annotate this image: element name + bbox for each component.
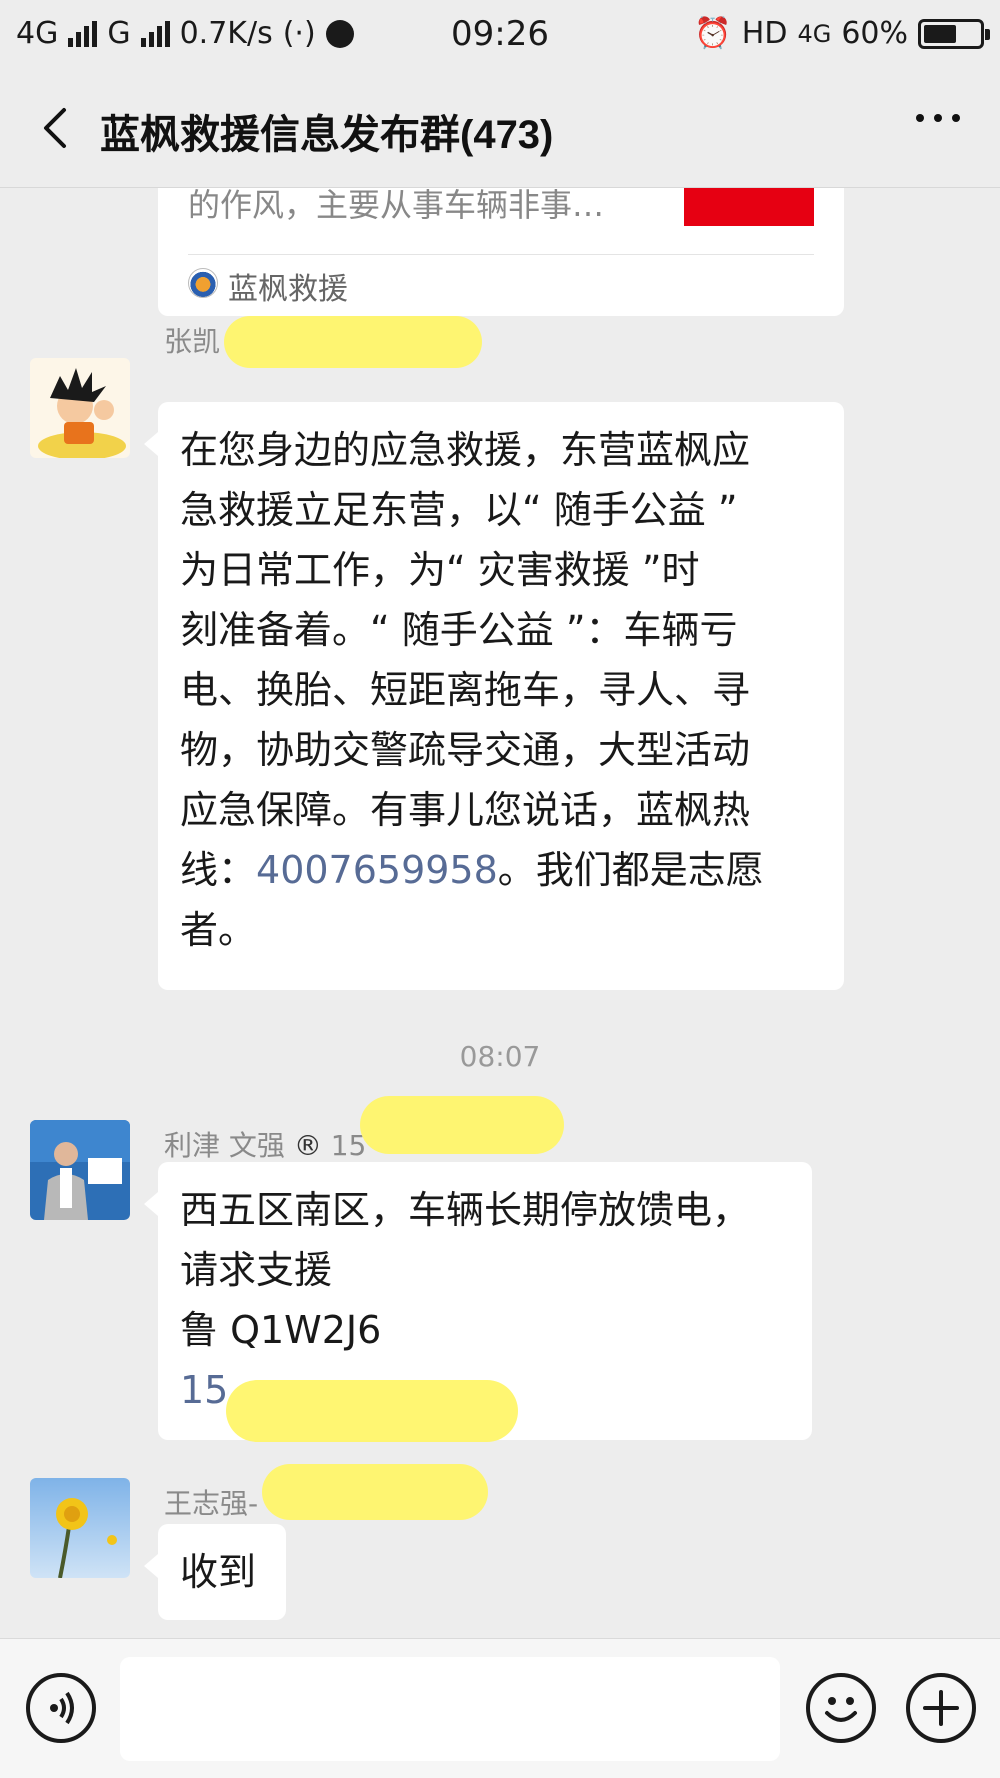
person-photo-avatar-icon: [30, 1120, 130, 1220]
message-line: 物，协助交警疏导交通，大型活动: [180, 728, 751, 772]
avatar[interactable]: [30, 1478, 130, 1578]
flower-avatar-icon: [30, 1478, 130, 1578]
source-logo-icon: [188, 268, 218, 298]
sender-name: 张凯: [164, 325, 221, 358]
sender-name-text: 利津 文强: [164, 1129, 285, 1162]
chevron-left-icon[interactable]: [30, 100, 86, 156]
message-line: 收到: [180, 1550, 257, 1594]
voice-icon[interactable]: [26, 1673, 96, 1743]
redaction-mark: [226, 1380, 518, 1442]
share-card-description: 的作风，主要从事车辆非事…: [188, 188, 605, 224]
message-line: 为日常工作，为“ 灾害救援 ”时: [180, 548, 700, 592]
message-bubble[interactable]: 在您身边的应急救援，东营蓝枫应 急救援立足东营，以“ 随手公益 ” 为日常工作，…: [144, 402, 844, 990]
message-line: 应急保障。有事儿您说话，蓝枫热: [180, 788, 751, 832]
share-card-thumbnail: [684, 188, 814, 226]
avatar[interactable]: [30, 358, 130, 458]
message-bubble[interactable]: 收到: [144, 1524, 286, 1620]
network-label-3: 4G: [797, 19, 832, 48]
divider: [188, 254, 814, 255]
page-title: 蓝枫救援信息发布群(473): [100, 113, 554, 157]
phone-link[interactable]: 4007659958: [256, 848, 498, 892]
redaction-mark: [360, 1096, 564, 1154]
battery-icon: [918, 18, 990, 49]
message-line: 鲁 Q1W2J6: [180, 1308, 382, 1352]
share-card[interactable]: 的作风，主要从事车辆非事… 蓝枫救援: [158, 188, 844, 316]
hd-label: HD: [741, 16, 788, 51]
more-dots-icon[interactable]: [916, 114, 960, 122]
phone-link[interactable]: 15: [180, 1368, 228, 1412]
alarm-icon: ⏰: [694, 16, 732, 51]
emoji-icon[interactable]: [806, 1673, 876, 1743]
message-line: 线：4007659958。我们都是志愿: [180, 840, 822, 900]
message-line: 西五区南区，车辆长期停放馈电，: [180, 1188, 751, 1232]
message-line: 者。: [180, 908, 257, 952]
sender-name: 利津 文强 ® 15: [164, 1124, 366, 1164]
message-line: 电、换胎、短距离拖车，寻人、寻: [180, 668, 751, 712]
redaction-mark: [224, 316, 482, 368]
chat-messages[interactable]: 的作风，主要从事车辆非事… 蓝枫救援 张凯 在您身边的应急救援，东营蓝枫应 急救…: [0, 188, 1000, 1638]
message-line: 在您身边的应急救援，东营蓝枫应: [180, 428, 751, 472]
sender-name: 王志强-: [164, 1487, 259, 1520]
plus-icon[interactable]: [906, 1673, 976, 1743]
cartoon-avatar-icon: [30, 358, 130, 458]
message-input[interactable]: [120, 1657, 780, 1761]
registered-mark: ®: [293, 1129, 322, 1162]
message-line: 刻准备着。“ 随手公益 ”：车辆亏: [180, 608, 738, 652]
message-text: 线：: [180, 848, 257, 892]
avatar[interactable]: [30, 1120, 130, 1220]
chat-header: 蓝枫救援信息发布群(473): [0, 70, 1000, 188]
battery-percent: 60%: [841, 16, 908, 51]
message-line: 请求支援: [180, 1248, 333, 1292]
chat-timestamp: 08:07: [459, 1040, 541, 1073]
share-card-source: 蓝枫救援: [228, 272, 348, 307]
message-text: 。我们都是志愿: [497, 848, 764, 892]
status-bar: 4G G 0.7K/s (·) 09:26 ⏰ HD 4G 60%: [0, 0, 1000, 70]
status-right: ⏰ HD 4G 60%: [694, 16, 990, 51]
message-line: 急救援立足东营，以“ 随手公益 ”: [180, 488, 738, 532]
redaction-mark: [262, 1464, 488, 1520]
input-bar: [0, 1638, 1000, 1778]
